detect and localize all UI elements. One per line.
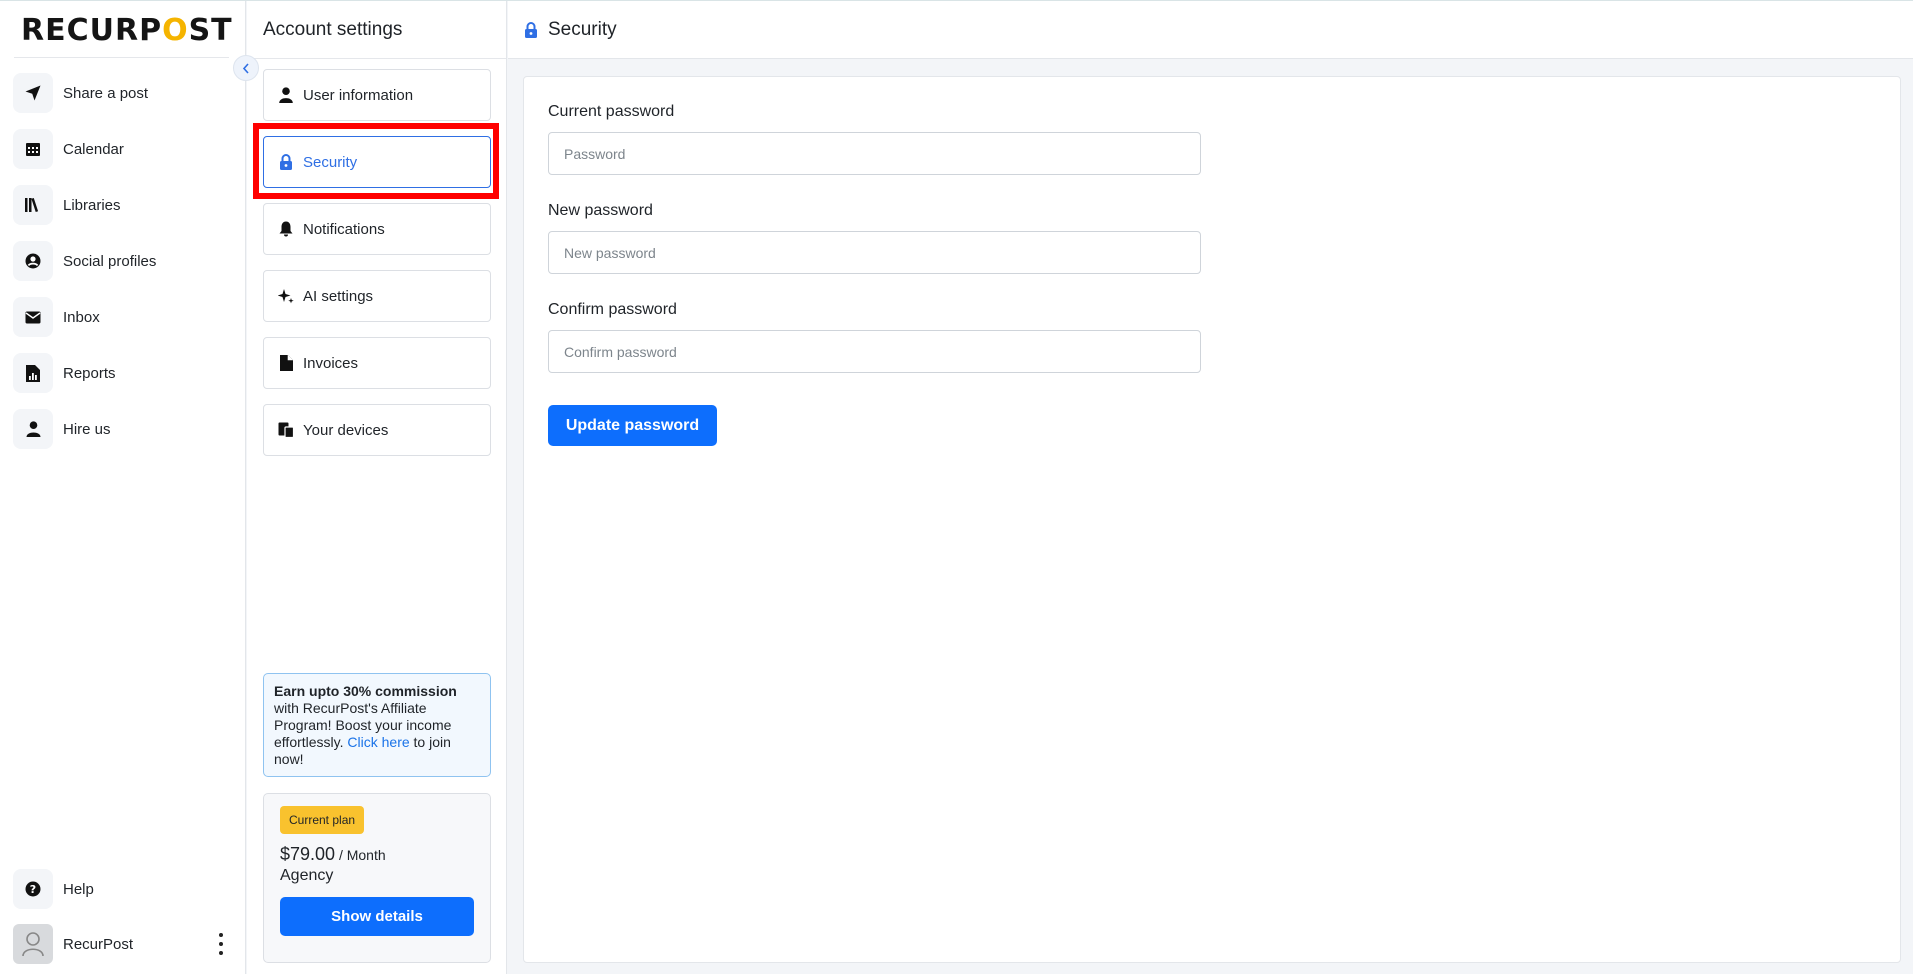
- settings-item-label: Security: [303, 153, 358, 171]
- new-password-label: New password: [548, 202, 653, 219]
- page-title: Security: [548, 18, 617, 40]
- settings-item-your-devices[interactable]: Your devices: [263, 404, 491, 456]
- plan-name: Agency: [280, 867, 334, 884]
- recurpost-logo[interactable]: RECURP O ST: [21, 13, 233, 48]
- settings-item-label: User information: [303, 86, 414, 104]
- account-settings-panel: Account settings User information Securi…: [247, 1, 507, 974]
- send-icon: [13, 73, 53, 113]
- current-password-label: Current password: [548, 103, 675, 120]
- sidebar-item-share-a-post[interactable]: Share a post: [13, 73, 233, 113]
- profile-name: RecurPost: [63, 935, 134, 953]
- devices-icon: [277, 422, 295, 438]
- sidebar-item-help[interactable]: ? Help: [13, 869, 94, 909]
- sidebar-item-label: Inbox: [63, 308, 100, 326]
- confirm-password-field[interactable]: [548, 330, 1201, 373]
- sidebar-item-reports[interactable]: Reports: [13, 353, 233, 393]
- current-password-field[interactable]: [548, 132, 1201, 175]
- change-password-form: Current password New password Confirm pa…: [548, 103, 1201, 446]
- sidebar-item-label: Social profiles: [63, 252, 157, 270]
- plan-price: $79.00 / Month: [280, 844, 474, 865]
- settings-item-label: Your devices: [303, 421, 389, 439]
- page-header: Security: [508, 1, 1913, 59]
- sidebar-item-label: Share a post: [63, 84, 149, 102]
- settings-title: Account settings: [263, 19, 403, 40]
- confirm-password-label: Confirm password: [548, 301, 677, 318]
- sidebar-item-label: Calendar: [63, 140, 124, 158]
- avatar: [13, 924, 53, 964]
- sidebar-item-label: Hire us: [63, 420, 111, 438]
- plan-badge: Current plan: [280, 806, 365, 834]
- svg-text:?: ?: [30, 883, 36, 896]
- sidebar-item-label: Reports: [63, 364, 116, 382]
- sidebar-item-calendar[interactable]: Calendar: [13, 129, 233, 169]
- sidebar-item-label: Libraries: [63, 196, 121, 214]
- update-password-button[interactable]: Update password: [548, 405, 717, 446]
- lock-icon: [524, 21, 538, 38]
- bell-icon: [277, 221, 295, 237]
- divider: [14, 57, 229, 58]
- settings-item-label: AI settings: [303, 287, 374, 305]
- sidebar-item-hire-us[interactable]: Hire us: [13, 409, 233, 449]
- affiliate-promo: Earn upto 30% commission with RecurPost'…: [263, 673, 491, 777]
- person-icon: [277, 87, 295, 103]
- help-circle-icon: ?: [13, 869, 53, 909]
- user-circle-icon: [13, 241, 53, 281]
- settings-item-label: Invoices: [303, 354, 359, 372]
- settings-item-label: Notifications: [303, 220, 385, 238]
- calendar-icon: [13, 129, 53, 169]
- promo-link[interactable]: Click here: [347, 734, 409, 750]
- current-plan-card: Current plan $79.00 / Month Agency Show …: [263, 793, 491, 963]
- main-sidebar: RECURP O ST Share a post Calendar Librarie…: [0, 1, 246, 974]
- settings-item-notifications[interactable]: Notifications: [263, 203, 491, 255]
- collapse-sidebar-button[interactable]: [233, 55, 259, 81]
- settings-item-ai-settings[interactable]: AI settings: [263, 270, 491, 322]
- library-icon: [13, 185, 53, 225]
- settings-menu: User information Security Notifications …: [263, 69, 491, 471]
- sparkle-icon: [277, 288, 295, 304]
- envelope-icon: [13, 297, 53, 337]
- settings-item-invoices[interactable]: Invoices: [263, 337, 491, 389]
- app: RECURP O ST Share a post Calendar Librarie…: [0, 0, 1913, 974]
- promo-headline: Earn upto 30% commission: [274, 683, 457, 699]
- lock-icon: [277, 154, 295, 170]
- person-icon: [13, 409, 53, 449]
- price-period: / Month: [335, 847, 386, 863]
- user-profile[interactable]: RecurPost: [13, 924, 233, 964]
- file-icon: [277, 355, 295, 371]
- report-icon: [13, 353, 53, 393]
- show-details-button[interactable]: Show details: [280, 897, 474, 936]
- more-options-icon[interactable]: [215, 933, 227, 955]
- sidebar-nav: Share a post Calendar Libraries Social p…: [13, 73, 233, 465]
- divider: [247, 58, 506, 59]
- settings-item-user-information[interactable]: User information: [263, 69, 491, 121]
- sidebar-item-libraries[interactable]: Libraries: [13, 185, 233, 225]
- help-label: Help: [63, 880, 94, 898]
- sidebar-item-social-profiles[interactable]: Social profiles: [13, 241, 233, 281]
- new-password-field[interactable]: [548, 231, 1201, 274]
- security-card: Current password New password Confirm pa…: [523, 76, 1901, 963]
- settings-item-security[interactable]: Security: [263, 136, 491, 188]
- price-amount: $79.00: [280, 844, 336, 864]
- sidebar-item-inbox[interactable]: Inbox: [13, 297, 233, 337]
